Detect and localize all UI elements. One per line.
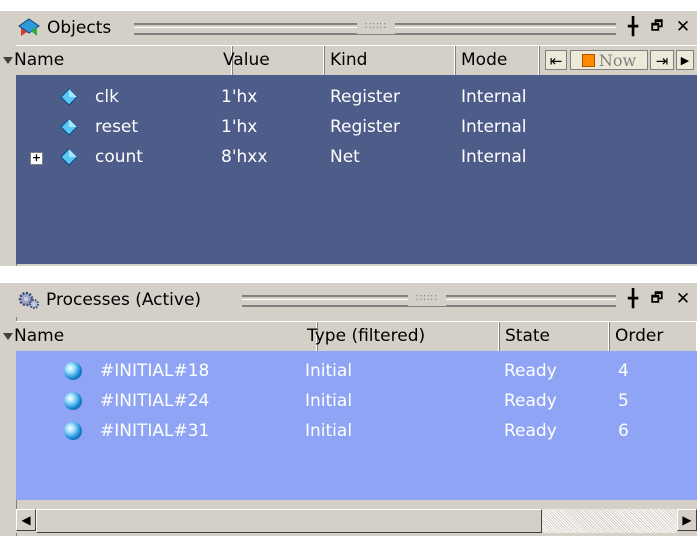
now-cursor-button[interactable]: Now xyxy=(570,50,648,70)
sort-down-icon xyxy=(3,332,13,340)
processes-grip-dots: ∷∷∷ xyxy=(408,292,446,306)
objects-left-gutter xyxy=(0,45,17,266)
signal-name: count xyxy=(95,147,143,167)
process-name: #INITIAL#24 xyxy=(100,391,210,411)
undock-button[interactable]: 🗗 xyxy=(648,290,666,308)
now-label: Now xyxy=(598,51,637,70)
horizontal-scrollbar[interactable]: ◀ ▶ xyxy=(0,509,697,533)
process-order: 6 xyxy=(618,421,629,441)
process-state: Ready xyxy=(504,421,557,441)
signal-value: 1'hx xyxy=(221,117,258,137)
processes-list: #INITIAL#18 Initial Ready 4 #INITIAL#24 … xyxy=(16,351,697,500)
column-header-kind[interactable]: Kind xyxy=(325,46,456,75)
now-toolbar: ⇤ Now ⇥ ▶ xyxy=(540,46,697,75)
next-edge-button[interactable]: ⇥ xyxy=(650,50,674,70)
signal-mode: Internal xyxy=(461,87,527,107)
objects-icon xyxy=(18,18,40,36)
process-icon xyxy=(64,362,82,380)
scroll-right-button[interactable]: ▶ xyxy=(676,50,694,70)
column-label: State xyxy=(505,326,550,346)
process-type: Initial xyxy=(305,421,353,441)
signal-mode: Internal xyxy=(461,117,527,137)
column-header-name[interactable]: Name xyxy=(0,46,233,75)
objects-title: Objects xyxy=(47,18,112,38)
process-type: Initial xyxy=(305,391,353,411)
signal-icon xyxy=(60,118,78,136)
list-item[interactable]: + count 8'hxx Net Internal xyxy=(16,142,697,172)
dock-button[interactable]: ╋ xyxy=(624,290,642,308)
dock-button[interactable]: ╋ xyxy=(624,18,642,36)
column-header-name[interactable]: Name xyxy=(0,322,318,351)
gear-icon xyxy=(18,291,39,309)
process-name: #INITIAL#18 xyxy=(100,361,210,381)
cropped-heading xyxy=(0,0,697,10)
process-state: Ready xyxy=(504,361,557,381)
column-label: Name xyxy=(14,50,65,70)
signal-kind: Register xyxy=(330,87,400,107)
signal-value: 8'hxx xyxy=(221,147,268,167)
column-label: Kind xyxy=(330,50,368,70)
column-header-order[interactable]: Order xyxy=(610,322,697,351)
prev-edge-button[interactable]: ⇤ xyxy=(545,50,567,70)
process-state: Ready xyxy=(504,391,557,411)
process-icon xyxy=(64,422,82,440)
list-item[interactable]: #INITIAL#24 Initial Ready 5 xyxy=(16,386,697,416)
objects-list: clk 1'hx Register Internal reset 1'hx Re… xyxy=(16,75,697,264)
signal-kind: Net xyxy=(330,147,360,167)
column-header-mode[interactable]: Mode xyxy=(456,46,540,75)
process-icon xyxy=(64,392,82,410)
processes-titlebar[interactable]: Processes (Active) ∷∷∷ ╋ 🗗 ✕ xyxy=(0,283,697,317)
process-type: Initial xyxy=(305,361,353,381)
signal-mode: Internal xyxy=(461,147,527,167)
process-order: 5 xyxy=(618,391,629,411)
list-item[interactable]: #INITIAL#18 Initial Ready 4 xyxy=(16,356,697,386)
objects-column-header: Name Value Kind Mode ⇤ Now ⇥ ▶ xyxy=(3,45,697,76)
signal-icon xyxy=(60,148,78,166)
signal-value: 1'hx xyxy=(221,87,258,107)
signal-kind: Register xyxy=(330,117,400,137)
signal-name: reset xyxy=(95,117,139,137)
list-item[interactable]: reset 1'hx Register Internal xyxy=(16,112,697,142)
processes-panel: Processes (Active) ∷∷∷ ╋ 🗗 ✕ Name Type (… xyxy=(0,282,697,536)
column-label: Mode xyxy=(461,50,508,70)
list-item[interactable]: #INITIAL#31 Initial Ready 6 xyxy=(16,416,697,446)
column-label: Order xyxy=(615,326,664,346)
column-label: Type (filtered) xyxy=(307,326,426,346)
close-button[interactable]: ✕ xyxy=(674,290,692,308)
column-header-state[interactable]: State xyxy=(500,322,610,351)
column-header-value[interactable]: Value xyxy=(218,46,325,75)
sort-down-icon xyxy=(3,56,13,64)
signal-icon xyxy=(60,88,78,106)
cursor-marker-icon xyxy=(581,54,595,67)
objects-panel: Objects ∷∷∷ ╋ 🗗 ✕ Name Value Kind Mode ⇤… xyxy=(0,10,697,266)
processes-title: Processes (Active) xyxy=(46,290,202,310)
signal-name: clk xyxy=(95,87,119,107)
scrollbar-track[interactable] xyxy=(542,509,677,533)
column-label: Value xyxy=(223,50,270,70)
close-button[interactable]: ✕ xyxy=(674,18,692,36)
scroll-right-button[interactable]: ▶ xyxy=(677,509,697,531)
scroll-left-button[interactable]: ◀ xyxy=(16,509,36,531)
column-label: Name xyxy=(14,326,65,346)
undock-button[interactable]: 🗗 xyxy=(648,18,666,36)
list-item[interactable]: clk 1'hx Register Internal xyxy=(16,82,697,112)
objects-titlebar[interactable]: Objects ∷∷∷ ╋ 🗗 ✕ xyxy=(0,11,697,45)
expand-icon[interactable]: + xyxy=(30,152,43,165)
column-header-type[interactable]: Type (filtered) xyxy=(302,322,500,351)
objects-grip-dots: ∷∷∷ xyxy=(357,20,395,34)
scrollbar-thumb[interactable] xyxy=(36,509,542,533)
process-order: 4 xyxy=(618,361,629,381)
process-name: #INITIAL#31 xyxy=(100,421,210,441)
processes-column-header: Name Type (filtered) State Order xyxy=(3,321,697,352)
